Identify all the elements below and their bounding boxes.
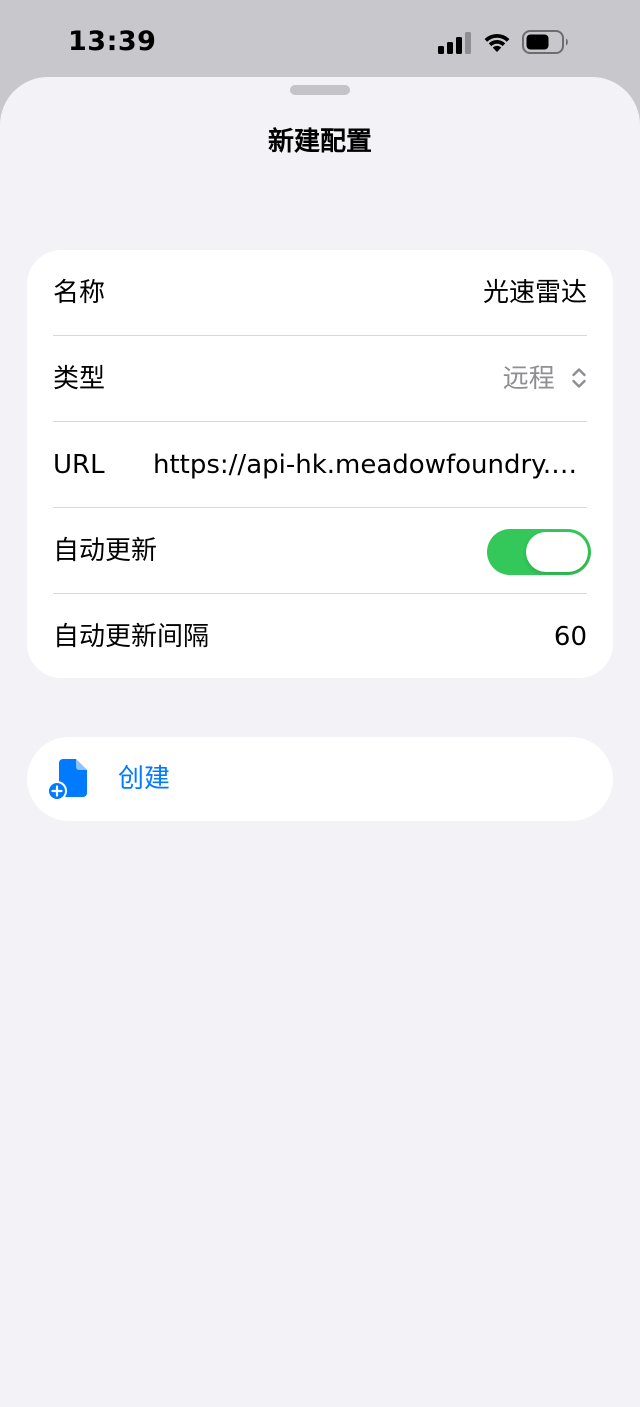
chevron-up-down-icon xyxy=(572,367,586,388)
form-row-url[interactable]: URL https://api-hk.meadowfoundry.co... xyxy=(27,422,613,508)
document-add-icon xyxy=(47,759,87,801)
type-label: 类型 xyxy=(53,364,106,394)
toggle-knob xyxy=(526,532,588,572)
form-card: 名称 光速雷达 类型 远程 URL https://api-hk.meadowf… xyxy=(27,250,613,678)
form-row-update-interval[interactable]: 自动更新间隔 60 xyxy=(27,594,613,678)
sheet: 新建配置 名称 光速雷达 类型 远程 URL https://api-hk.me… xyxy=(0,77,640,1407)
name-field[interactable]: 光速雷达 xyxy=(483,250,587,336)
type-picker-value: 远程 xyxy=(502,364,555,394)
create-button[interactable]: 创建 xyxy=(27,737,613,821)
sheet-title: 新建配置 xyxy=(267,127,372,157)
cellular-signal-icon xyxy=(438,32,471,54)
status-bar: 13:39 xyxy=(0,0,640,80)
create-button-label: 创建 xyxy=(118,764,171,794)
form-row-type[interactable]: 类型 远程 xyxy=(27,336,613,422)
auto-update-label: 自动更新 xyxy=(53,536,158,566)
status-icons xyxy=(438,28,598,58)
status-time: 13:39 xyxy=(68,26,157,57)
name-label: 名称 xyxy=(53,278,106,308)
form-row-name[interactable]: 名称 光速雷达 xyxy=(27,250,613,336)
auto-update-toggle[interactable] xyxy=(487,529,591,575)
url-label: URL xyxy=(53,450,105,480)
url-field[interactable]: https://api-hk.meadowfoundry.co... xyxy=(153,422,587,508)
form-row-auto-update: 自动更新 xyxy=(27,508,613,594)
wifi-icon xyxy=(484,33,510,52)
update-interval-field[interactable]: 60 xyxy=(554,594,587,678)
update-interval-label: 自动更新间隔 xyxy=(53,622,210,652)
type-picker[interactable]: 远程 xyxy=(503,336,587,422)
sheet-grabber[interactable] xyxy=(290,85,350,95)
battery-icon xyxy=(522,30,568,54)
